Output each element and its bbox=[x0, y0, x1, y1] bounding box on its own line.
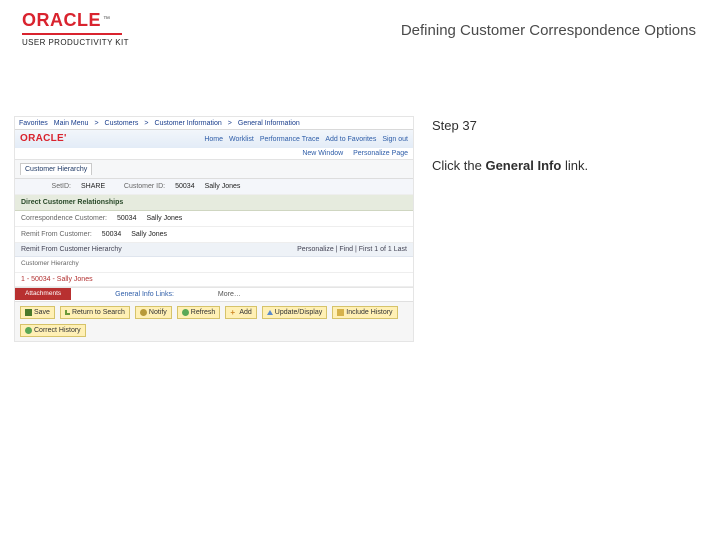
bc-general-info[interactable]: General Information bbox=[238, 120, 300, 127]
link-signout[interactable]: Sign out bbox=[382, 136, 408, 143]
refresh-label: Refresh bbox=[191, 309, 216, 316]
bell-icon bbox=[140, 309, 147, 316]
link-perftrace[interactable]: Performance Trace bbox=[260, 136, 320, 143]
attachments-chip[interactable]: Attachments bbox=[15, 288, 71, 301]
return-icon bbox=[65, 310, 70, 315]
info-row: SetID: SHARE Customer ID: 50034 Sally Jo… bbox=[15, 179, 413, 195]
attachments-bar: Attachments General Info Links: More… bbox=[15, 287, 413, 301]
return-button[interactable]: Return to Search bbox=[60, 306, 130, 319]
remit-label: Remit From Customer: bbox=[21, 231, 92, 238]
step-label: Step 37 bbox=[432, 118, 477, 133]
grid-row[interactable]: 1 - 50034 - Sally Jones bbox=[15, 273, 413, 287]
setid-value: SHARE bbox=[81, 183, 105, 190]
page-title: Defining Customer Correspondence Options bbox=[401, 22, 696, 39]
setid-label: SetID: bbox=[21, 183, 71, 190]
step-suffix: link. bbox=[561, 158, 588, 173]
trademark: ™ bbox=[103, 16, 110, 23]
history-label: Include History bbox=[346, 309, 392, 316]
correct-label: Correct History bbox=[34, 327, 81, 334]
refresh-button[interactable]: Refresh bbox=[177, 306, 221, 319]
section-direct-relationships: Direct Customer Relationships bbox=[15, 195, 413, 211]
app-header-links: Home Worklist Performance Trace Add to F… bbox=[204, 136, 408, 143]
notify-label: Notify bbox=[149, 309, 167, 316]
remit-row: Remit From Customer: 50034 Sally Jones bbox=[15, 227, 413, 243]
embedded-screenshot: Favorites Main Menu > Customers > Custom… bbox=[14, 116, 414, 342]
step-link-name: General Info bbox=[485, 158, 561, 173]
disk-icon bbox=[25, 309, 32, 316]
general-info-links-value[interactable]: More… bbox=[218, 291, 241, 298]
corr-label: Correspondence Customer: bbox=[21, 215, 107, 222]
tab-customer-hierarchy[interactable]: Customer Hierarchy bbox=[20, 163, 92, 175]
bc-main-menu[interactable]: Main Menu bbox=[54, 120, 89, 127]
update-icon bbox=[267, 310, 273, 315]
grid-title: Remit From Customer Hierarchy bbox=[21, 246, 122, 253]
breadcrumb: Favorites Main Menu > Customers > Custom… bbox=[19, 120, 409, 127]
link-personalize-page[interactable]: Personalize Page bbox=[353, 150, 408, 157]
breadcrumb-bar: Favorites Main Menu > Customers > Custom… bbox=[15, 117, 413, 130]
link-home[interactable]: Home bbox=[204, 136, 223, 143]
bc-customer-info[interactable]: Customer Information bbox=[154, 120, 221, 127]
link-addfav[interactable]: Add to Favorites bbox=[325, 136, 376, 143]
oracle-app-logo: ORACLE' bbox=[20, 134, 67, 144]
remit-value: 50034 bbox=[102, 231, 121, 238]
correct-icon bbox=[25, 327, 32, 334]
add-button[interactable]: Add bbox=[225, 306, 256, 319]
return-label: Return to Search bbox=[72, 309, 125, 316]
brand-subtitle: USER PRODUCTIVITY KIT bbox=[22, 38, 129, 47]
toolbar: Save Return to Search Notify Refresh Add… bbox=[15, 301, 413, 341]
plus-icon bbox=[230, 309, 237, 316]
general-info-links-label: General Info Links: bbox=[111, 288, 178, 301]
corr-row: Correspondence Customer: 50034 Sally Jon… bbox=[15, 211, 413, 227]
include-history-button[interactable]: Include History bbox=[332, 306, 397, 319]
brand-rule bbox=[22, 33, 122, 35]
link-worklist[interactable]: Worklist bbox=[229, 136, 254, 143]
grid-column-header: Customer Hierarchy bbox=[15, 257, 413, 273]
refresh-icon bbox=[182, 309, 189, 316]
oracle-logo: ORACLE bbox=[22, 10, 101, 31]
step-instruction: Click the General Info link. bbox=[432, 158, 588, 173]
remit-name: Sally Jones bbox=[131, 231, 167, 238]
brand-block: ORACLE™ USER PRODUCTIVITY KIT bbox=[22, 10, 129, 47]
corr-value: 50034 bbox=[117, 215, 136, 222]
page-actions: New Window Personalize Page bbox=[15, 148, 413, 160]
bc-favorites[interactable]: Favorites bbox=[19, 120, 48, 127]
app-header: ORACLE' Home Worklist Performance Trace … bbox=[15, 130, 413, 148]
notify-button[interactable]: Notify bbox=[135, 306, 172, 319]
tab-bar: Customer Hierarchy bbox=[15, 160, 413, 179]
add-label: Add bbox=[239, 309, 251, 316]
custid-value: 50034 bbox=[175, 183, 194, 190]
custid-label: Customer ID: bbox=[115, 183, 165, 190]
link-new-window[interactable]: New Window bbox=[302, 150, 343, 157]
update-label: Update/Display bbox=[275, 309, 322, 316]
cust-name: Sally Jones bbox=[205, 183, 241, 190]
bc-customers[interactable]: Customers bbox=[105, 120, 139, 127]
grid-header: Remit From Customer Hierarchy Personaliz… bbox=[15, 243, 413, 257]
update-display-button[interactable]: Update/Display bbox=[262, 306, 327, 319]
grid-row-text: 1 - 50034 - Sally Jones bbox=[21, 276, 93, 283]
save-label: Save bbox=[34, 309, 50, 316]
grid-controls[interactable]: Personalize | Find | First 1 of 1 Last bbox=[297, 246, 407, 253]
corr-name: Sally Jones bbox=[146, 215, 182, 222]
step-prefix: Click the bbox=[432, 158, 485, 173]
history-icon bbox=[337, 309, 344, 316]
correct-history-button[interactable]: Correct History bbox=[20, 324, 86, 337]
save-button[interactable]: Save bbox=[20, 306, 55, 319]
